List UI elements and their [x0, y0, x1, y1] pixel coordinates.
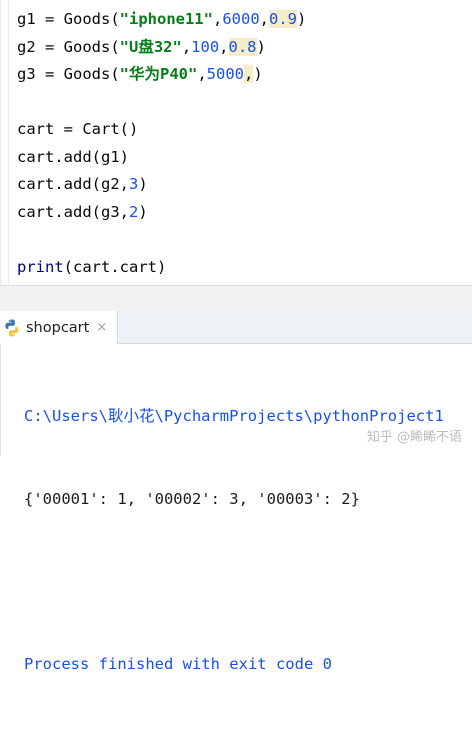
code-line[interactable]: g3 = Goods("华为P40",5000,) — [17, 61, 306, 89]
tab-shopcart[interactable]: shopcart × — [0, 311, 118, 344]
code-token: cart.add(g2, — [17, 175, 129, 193]
code-line[interactable] — [17, 89, 306, 117]
console-blank-line — [24, 568, 444, 596]
code-token: cart.add(g1) — [17, 148, 129, 166]
code-editor[interactable]: g1 = Goods("iphone11",6000,0.9)g2 = Good… — [0, 0, 472, 285]
code-line[interactable]: g1 = Goods("iphone11",6000,0.9) — [17, 6, 306, 34]
code-token: , — [182, 38, 191, 56]
code-token: ) — [138, 175, 147, 193]
code-token: cart = Cart() — [17, 120, 138, 138]
code-line[interactable]: cart.add(g1) — [17, 144, 306, 172]
watermark: 知乎 @睎睎不语 — [367, 426, 462, 445]
code-line[interactable]: g2 = Goods("U盘32",100,0.8) — [17, 34, 306, 62]
code-token: 5000 — [207, 65, 244, 83]
code-token: 2 — [129, 203, 138, 221]
gutter-divider — [8, 0, 9, 285]
run-tool-window-tabs: shopcart × — [0, 311, 472, 344]
code-token: ) — [257, 38, 266, 56]
code-line[interactable]: cart = Cart() — [17, 116, 306, 144]
tab-label: shopcart — [26, 320, 89, 336]
code-token: "U盘32" — [120, 38, 182, 56]
code-token: , — [260, 10, 269, 28]
code-token: g1 = Goods( — [17, 10, 120, 28]
code-token: , — [213, 10, 222, 28]
code-token: ) — [253, 65, 262, 83]
console-exit-line: Process finished with exit code 0 — [24, 651, 444, 679]
code-token: g2 = Goods( — [17, 38, 120, 56]
code-token: 0.8 — [229, 38, 257, 56]
code-token: , — [244, 65, 253, 83]
code-token: "iphone11" — [120, 10, 213, 28]
code-token: "华为P40" — [120, 65, 198, 83]
code-token: 100 — [191, 38, 219, 56]
panel-splitter[interactable] — [0, 285, 472, 311]
code-token: , — [219, 38, 228, 56]
code-token: 0.9 — [269, 10, 297, 28]
code-token: (cart.cart) — [64, 258, 167, 276]
code-line[interactable]: cart.add(g3,2) — [17, 199, 306, 227]
code-token: , — [197, 65, 206, 83]
code-line[interactable]: cart.add(g2,3) — [17, 171, 306, 199]
code-token: ) — [297, 10, 306, 28]
code-line[interactable]: print(cart.cart) — [17, 254, 306, 282]
console-output-line: {'00001': 1, '00002': 3, '00003': 2} — [24, 486, 444, 514]
code-area[interactable]: g1 = Goods("iphone11",6000,0.9)g2 = Good… — [17, 6, 306, 281]
code-token: 6000 — [222, 10, 259, 28]
code-token: cart.add(g3, — [17, 203, 129, 221]
code-token: ) — [138, 203, 147, 221]
python-icon — [2, 318, 22, 338]
code-token: g3 = Goods( — [17, 65, 120, 83]
code-line[interactable] — [17, 226, 306, 254]
code-token: 3 — [129, 175, 138, 193]
close-icon[interactable]: × — [96, 320, 107, 335]
code-token: print — [17, 258, 64, 276]
